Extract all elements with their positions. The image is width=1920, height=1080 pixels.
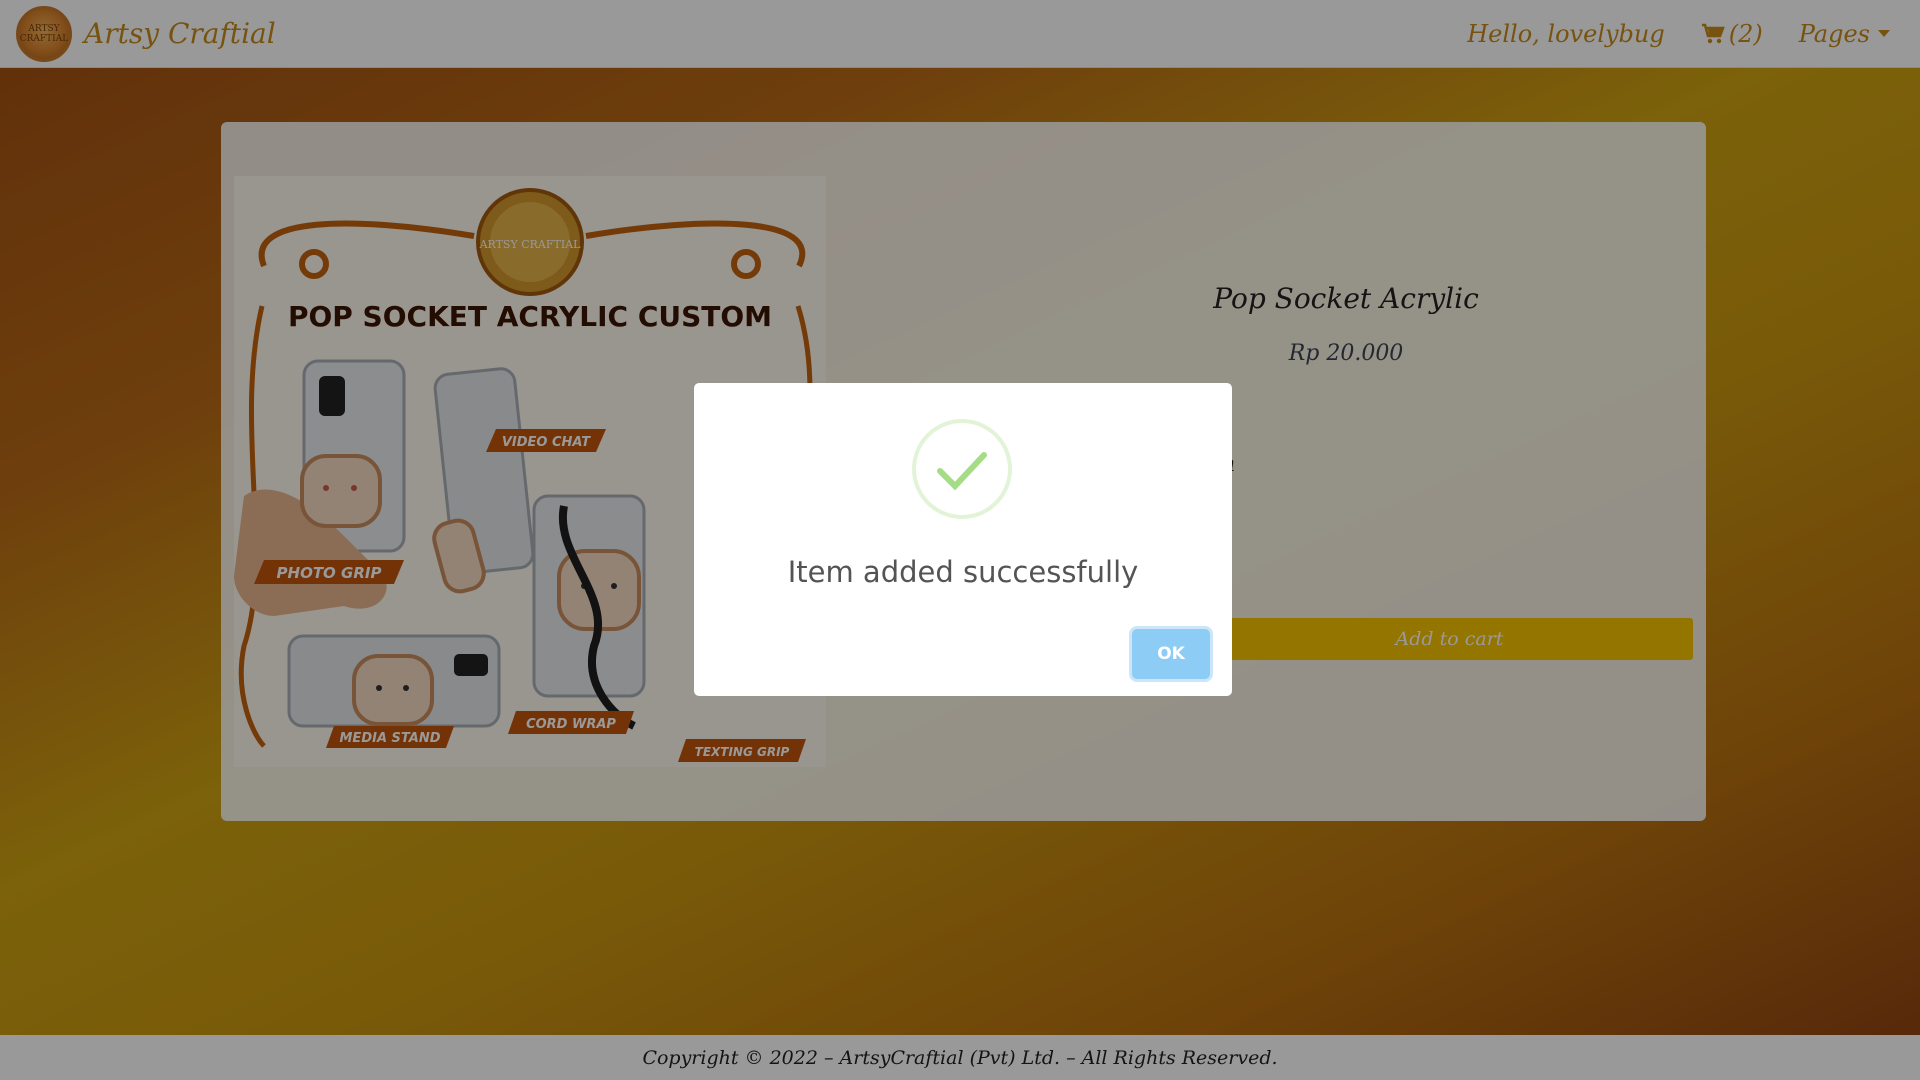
success-dialog: Item added successfully OK [694,383,1232,696]
ok-button[interactable]: OK [1132,629,1210,679]
dialog-message: Item added successfully [787,555,1139,589]
success-check-icon [912,419,1012,519]
check-mark [937,452,987,491]
